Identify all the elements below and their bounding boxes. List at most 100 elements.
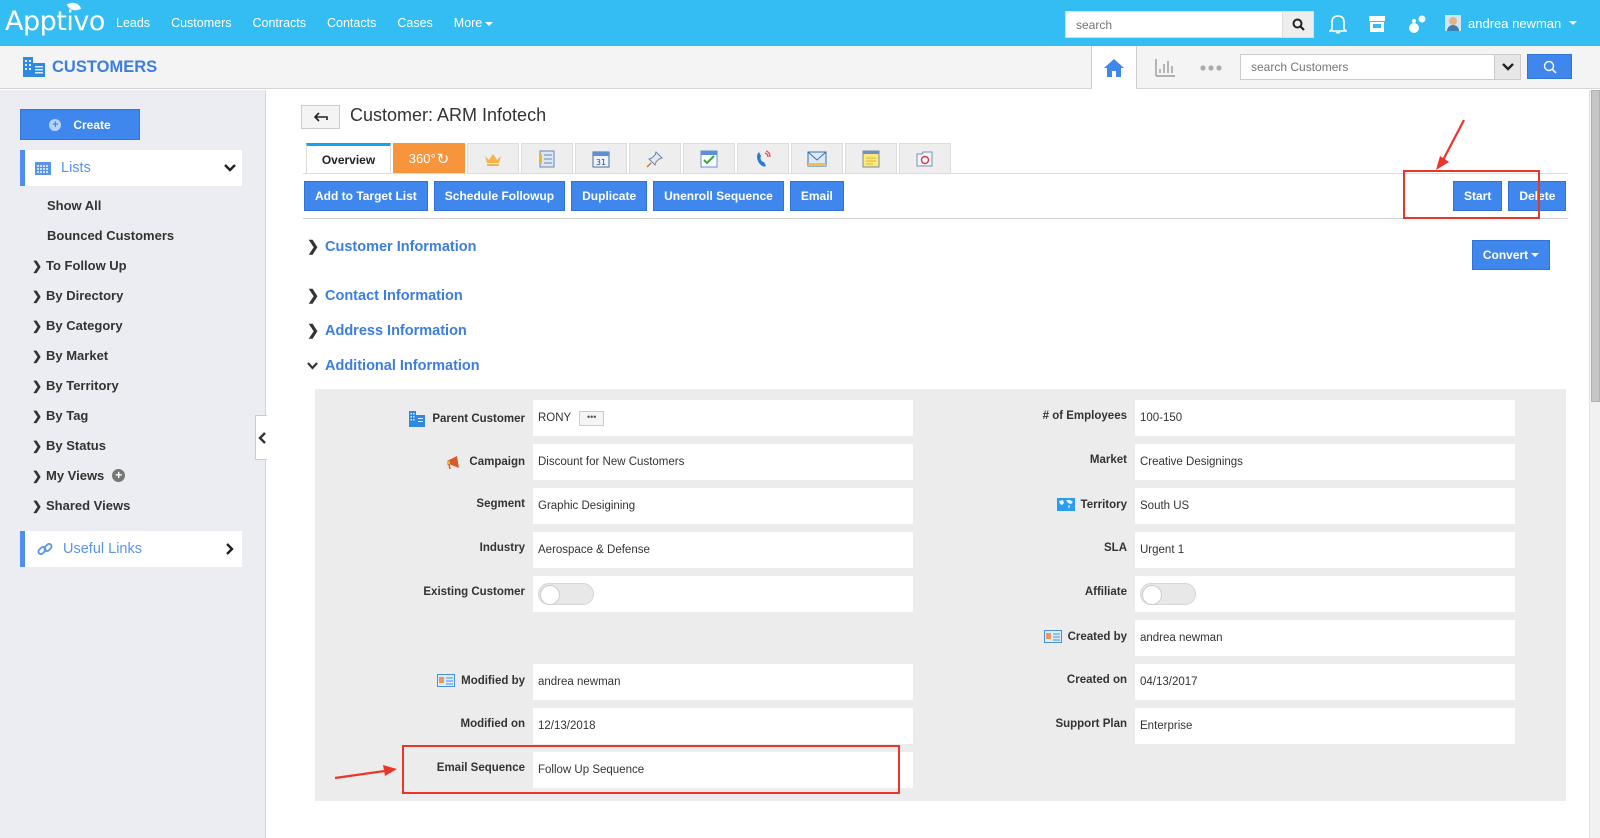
- chevron-right-icon: ❯: [307, 239, 320, 255]
- nav-cases[interactable]: Cases: [397, 16, 432, 30]
- sidebar-item-my-views[interactable]: ❯ My Views +: [32, 468, 126, 483]
- more-options-button[interactable]: [1198, 46, 1224, 89]
- email-button[interactable]: Email: [789, 181, 844, 211]
- global-search-field[interactable]: [1065, 11, 1283, 38]
- add-to-target-list-button[interactable]: Add to Target List: [304, 181, 428, 211]
- tab-360[interactable]: 360° ↻: [393, 143, 465, 173]
- module-title[interactable]: CUSTOMERS: [22, 56, 157, 78]
- tab-calendar[interactable]: 31: [575, 143, 627, 173]
- plus-circle-icon: +: [49, 118, 62, 131]
- tab-attachments[interactable]: [899, 143, 951, 173]
- market-value[interactable]: Creative Designings: [1135, 444, 1515, 480]
- chevron-right-icon: ❯: [32, 408, 43, 423]
- affiliate-toggle[interactable]: [1140, 583, 1196, 605]
- tab-rewards[interactable]: [467, 143, 519, 173]
- field-label-text: Parent Customer: [432, 412, 525, 425]
- sidebar-item-by-status[interactable]: ❯ By Status: [32, 438, 106, 453]
- existing-customer-value: [533, 576, 913, 612]
- chevron-down-icon: [224, 164, 236, 172]
- chevron-right-icon: ❯: [307, 288, 320, 304]
- territory-value[interactable]: South US: [1135, 488, 1515, 524]
- nav-contracts[interactable]: Contracts: [253, 16, 307, 30]
- duplicate-button[interactable]: Duplicate: [571, 181, 648, 211]
- add-view-button[interactable]: +: [112, 469, 126, 482]
- existing-customer-toggle[interactable]: [538, 583, 594, 605]
- nav-customers[interactable]: Customers: [171, 16, 231, 30]
- page-scrollbar[interactable]: [1589, 90, 1600, 838]
- tab-forms[interactable]: [521, 143, 573, 173]
- attachment-folder-icon: [916, 151, 933, 166]
- section-contact-information[interactable]: ❯ Contact Information: [307, 288, 463, 304]
- sidebar-item-label: To Follow Up: [46, 258, 127, 273]
- integrations-button[interactable]: [1406, 13, 1428, 35]
- sidebar-item-show-all[interactable]: Show All: [32, 198, 101, 213]
- global-search-input[interactable]: [1066, 12, 1282, 37]
- section-additional-information[interactable]: Additional Information: [307, 358, 480, 374]
- reports-button[interactable]: [1150, 46, 1180, 89]
- tab-pins[interactable]: [629, 143, 681, 173]
- nav-contacts[interactable]: Contacts: [327, 16, 376, 30]
- task-check-icon: [700, 150, 718, 167]
- sidebar-useful-links[interactable]: Useful Links: [20, 531, 242, 567]
- phone-call-icon: [757, 149, 771, 167]
- apptivo-logo[interactable]: Apptivo: [5, 6, 105, 37]
- more-dots-icon: [1200, 64, 1222, 71]
- sidebar-item-bounced-customers[interactable]: Bounced Customers: [32, 228, 174, 243]
- sidebar-item-by-market[interactable]: ❯ By Market: [32, 348, 108, 363]
- home-tab[interactable]: [1091, 46, 1137, 89]
- tab-notes[interactable]: [845, 143, 897, 173]
- tab-tasks[interactable]: [683, 143, 735, 173]
- sidebar-item-by-directory[interactable]: ❯ By Directory: [32, 288, 123, 303]
- sidebar-item-by-territory[interactable]: ❯ By Territory: [32, 378, 119, 393]
- sidebar-item-label: By Category: [46, 318, 123, 333]
- app-store-button[interactable]: [1366, 13, 1388, 35]
- customer-search-input[interactable]: [1241, 55, 1494, 79]
- nav-more[interactable]: More: [453, 16, 494, 30]
- user-menu[interactable]: andrea newman: [1445, 0, 1578, 46]
- section-label: Address Information: [325, 323, 467, 339]
- section-label: Contact Information: [325, 288, 463, 304]
- sidebar-item-by-category[interactable]: ❯ By Category: [32, 318, 123, 333]
- segment-value[interactable]: Graphic Desigining: [533, 488, 913, 524]
- sidebar-lists-header[interactable]: Lists: [20, 150, 242, 186]
- parent-customer-more-button[interactable]: •••: [579, 410, 605, 426]
- convert-dropdown-button[interactable]: Convert: [1472, 240, 1550, 270]
- nav-more-label: More: [453, 16, 483, 30]
- sidebar-item-by-tag[interactable]: ❯ By Tag: [32, 408, 88, 423]
- tab-calls[interactable]: [737, 143, 789, 173]
- module-header: CUSTOMERS: [0, 46, 1600, 89]
- sidebar-item-label: Shared Views: [46, 498, 131, 513]
- field-label: Modified on: [460, 718, 525, 730]
- schedule-followup-button[interactable]: Schedule Followup: [433, 181, 566, 211]
- search-filter-dropdown[interactable]: [1494, 54, 1521, 80]
- tab-emails[interactable]: [791, 143, 843, 173]
- refresh-icon: ↻: [436, 150, 450, 168]
- top-navbar: Apptivo Leads Customers Contracts Contac…: [0, 0, 1600, 46]
- back-button[interactable]: [301, 105, 340, 129]
- sla-value[interactable]: Urgent 1: [1135, 532, 1515, 568]
- customer-search-field[interactable]: [1240, 54, 1495, 80]
- global-search-button[interactable]: [1283, 11, 1314, 38]
- scrollbar-thumb[interactable]: [1591, 90, 1600, 402]
- create-button[interactable]: + Create: [20, 109, 140, 140]
- section-customer-information[interactable]: ❯ Customer Information: [307, 239, 476, 255]
- nav-leads[interactable]: Leads: [116, 16, 150, 30]
- field-label-text: Territory: [1080, 498, 1127, 511]
- sidebar-item-label: By Status: [46, 438, 106, 453]
- sidebar-item-shared-views[interactable]: ❯ Shared Views: [32, 498, 130, 513]
- sidebar-item-to-follow-up[interactable]: ❯ To Follow Up: [32, 258, 127, 273]
- user-name: andrea newman: [1468, 15, 1562, 31]
- sidebar-collapse-button[interactable]: [255, 415, 267, 460]
- support-plan-value[interactable]: Enterprise: [1135, 708, 1515, 744]
- main-nav: Leads Customers Contracts Contacts Cases…: [116, 0, 514, 46]
- parent-customer-value[interactable]: RONY •••: [533, 400, 913, 436]
- industry-value[interactable]: Aerospace & Defense: [533, 532, 913, 568]
- campaign-value[interactable]: Discount for New Customers: [533, 444, 913, 480]
- section-address-information[interactable]: ❯ Address Information: [307, 323, 467, 339]
- tab-overview[interactable]: Overview: [306, 143, 391, 173]
- unenroll-sequence-button[interactable]: Unenroll Sequence: [653, 181, 784, 211]
- customer-search-button[interactable]: [1527, 54, 1572, 79]
- megaphone-icon: [447, 456, 460, 470]
- notifications-button[interactable]: [1327, 13, 1349, 35]
- employees-value[interactable]: 100-150: [1135, 400, 1515, 436]
